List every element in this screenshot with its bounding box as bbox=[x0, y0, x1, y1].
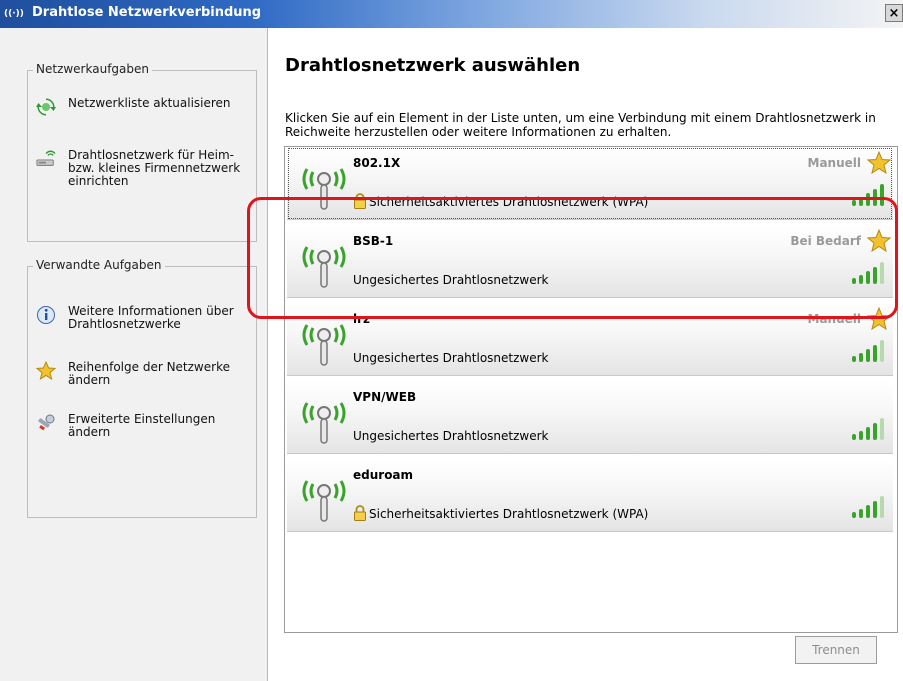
wireless-icon: ((·)) bbox=[4, 9, 24, 19]
wireless-antenna-icon bbox=[302, 324, 346, 366]
network-tasks-title: Netzwerkaufgaben bbox=[33, 62, 152, 76]
title-bar[interactable]: ((·)) Drahtlose Netzwerkverbindung × bbox=[0, 0, 903, 28]
refresh-icon bbox=[36, 98, 56, 116]
signal-strength-icon bbox=[852, 418, 884, 440]
lock-icon bbox=[354, 505, 366, 521]
network-name: lrz bbox=[353, 312, 371, 326]
security-status: Ungesichertes Drahtlosnetzwerk bbox=[353, 273, 549, 287]
task-sidebar: Netzwerkaufgaben Netzwerkliste aktualisi… bbox=[0, 28, 268, 681]
wireless-antenna-icon bbox=[302, 402, 346, 444]
settings-icon bbox=[38, 414, 55, 431]
lock-icon bbox=[354, 193, 366, 209]
network-item-vpn-web[interactable]: VPN/WEB Ungesichertes Drahtlosnetzwerk bbox=[287, 381, 893, 454]
wireless-antenna-icon bbox=[302, 246, 346, 288]
network-name: VPN/WEB bbox=[353, 390, 417, 404]
network-name: BSB-1 bbox=[353, 234, 394, 248]
network-item-lrz[interactable]: lrz Manuell Ungesichertes Drahtlosnetzwe… bbox=[287, 303, 893, 376]
star-icon bbox=[36, 361, 56, 381]
preferred-star-icon bbox=[867, 229, 891, 253]
security-status: Ungesichertes Drahtlosnetzwerk bbox=[353, 429, 549, 443]
network-name: eduroam bbox=[353, 468, 414, 482]
more-info-label: Weitere Informationen über Drahtlosnetzw… bbox=[68, 304, 234, 331]
network-list[interactable]: 802.1X Manuell Sicherheitsaktiviertes Dr… bbox=[284, 146, 898, 633]
change-network-order-label: Reihenfolge der Netzwerke ändern bbox=[68, 360, 230, 387]
main-panel: Drahtlosnetzwerk auswählen Klicken Sie a… bbox=[268, 28, 903, 681]
network-tasks-group: Netzwerkaufgaben Netzwerkliste aktualisi… bbox=[27, 62, 257, 242]
connection-type: Manuell bbox=[807, 156, 862, 170]
network-item-802-1x[interactable]: 802.1X Manuell Sicherheitsaktiviertes Dr… bbox=[287, 147, 893, 220]
network-name: 802.1X bbox=[353, 156, 401, 170]
related-tasks-title: Verwandte Aufgaben bbox=[33, 258, 165, 272]
wireless-connection-window: ((·)) Drahtlose Netzwerkverbindung × Net… bbox=[0, 0, 903, 681]
close-button[interactable]: × bbox=[885, 4, 903, 22]
network-item-eduroam[interactable]: eduroam Sicherheitsaktiviertes Drahtlosn… bbox=[287, 459, 893, 532]
signal-strength-icon bbox=[852, 340, 884, 362]
signal-strength-icon bbox=[852, 496, 884, 518]
wireless-antenna-icon bbox=[302, 168, 346, 210]
signal-strength-icon bbox=[852, 184, 884, 206]
security-status: Ungesichertes Drahtlosnetzwerk bbox=[353, 351, 549, 365]
setup-home-network-label: Drahtlosnetzwerk für Heim- bzw. kleines … bbox=[68, 148, 241, 188]
network-item-bsb-1[interactable]: BSB-1 Bei Bedarf Ungesichertes Drahtlosn… bbox=[287, 225, 893, 298]
wireless-antenna-icon bbox=[302, 480, 346, 522]
preferred-star-icon bbox=[867, 151, 891, 175]
wireless-setup-icon bbox=[36, 150, 56, 166]
info-icon bbox=[37, 306, 55, 324]
advanced-settings-label: Erweiterte Einstellungen ändern bbox=[68, 412, 216, 439]
security-status: Sicherheitsaktiviertes Drahtlosnetzwerk … bbox=[369, 195, 649, 209]
window-title: Drahtlose Netzwerkverbindung bbox=[32, 5, 262, 20]
instruction-text: Klicken Sie auf ein Element in der Liste… bbox=[285, 111, 876, 139]
security-status: Sicherheitsaktiviertes Drahtlosnetzwerk … bbox=[369, 507, 649, 521]
preferred-star-icon bbox=[867, 307, 891, 331]
connection-type: Manuell bbox=[807, 312, 862, 326]
signal-strength-icon bbox=[852, 262, 884, 284]
disconnect-button[interactable]: Trennen bbox=[795, 636, 877, 664]
page-title: Drahtlosnetzwerk auswählen bbox=[285, 55, 581, 76]
refresh-network-list-label: Netzwerkliste aktualisieren bbox=[68, 96, 231, 110]
related-tasks-group: Verwandte Aufgaben Weitere Informationen… bbox=[27, 258, 257, 518]
connection-type: Bei Bedarf bbox=[790, 234, 861, 248]
